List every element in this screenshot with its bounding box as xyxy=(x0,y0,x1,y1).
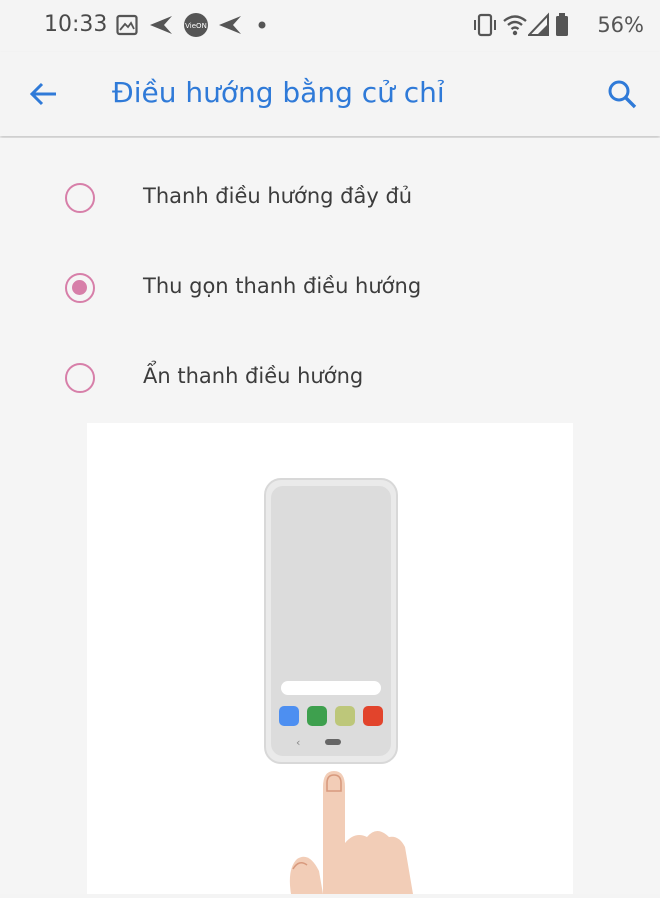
search-bar-shape xyxy=(281,681,381,695)
gallery-icon xyxy=(116,14,138,36)
option-full-navigation-bar[interactable]: Thanh điều hướng đầy đủ xyxy=(0,146,660,234)
vieon-badge-text: VieON xyxy=(185,22,207,30)
status-time: 10:33 xyxy=(44,12,108,37)
status-bar: 10:33 VieON 56% xyxy=(0,0,660,52)
option-compact-navigation-bar[interactable]: Thu gọn thanh điều hướng xyxy=(0,236,660,324)
thumb-icon xyxy=(289,856,323,894)
home-pill-icon xyxy=(325,739,341,745)
dock-app-icon xyxy=(335,706,355,726)
option-label: Thu gọn thanh điều hướng xyxy=(143,274,422,298)
vieon-app-icon: VieON xyxy=(184,13,208,37)
gesture-illustration: ‹ xyxy=(87,423,573,894)
app-bar: Điều hướng bằng cử chỉ xyxy=(0,52,660,136)
battery-icon xyxy=(556,13,568,36)
page-title: Điều hướng bằng cử chỉ xyxy=(112,76,445,109)
arrow-back-icon xyxy=(29,82,56,106)
send-icon xyxy=(219,16,241,34)
battery-percentage: 56% xyxy=(597,13,644,37)
signal-icon xyxy=(528,12,549,36)
dock-app-icon xyxy=(363,706,383,726)
option-hide-navigation-bar[interactable]: Ẩn thanh điều hướng xyxy=(0,326,660,414)
dock-app-icon xyxy=(279,706,299,726)
option-label: Ẩn thanh điều hướng xyxy=(143,364,364,388)
radio-button[interactable] xyxy=(65,183,95,213)
phone-gesture-illustration: ‹ xyxy=(264,478,413,894)
back-button[interactable] xyxy=(24,74,64,114)
notification-dot-icon xyxy=(258,21,266,29)
finger-icon xyxy=(323,771,413,894)
back-chevron-icon: ‹ xyxy=(296,736,300,749)
search-button[interactable] xyxy=(602,74,642,114)
radio-button[interactable] xyxy=(65,363,95,393)
vibrate-icon xyxy=(474,13,496,37)
search-icon xyxy=(608,80,637,109)
settings-content: Thanh điều hướng đầy đủ Thu gọn thanh đi… xyxy=(0,138,660,894)
send-icon xyxy=(150,16,172,34)
option-label: Thanh điều hướng đầy đủ xyxy=(143,184,413,208)
dock-app-icon xyxy=(307,706,327,726)
radio-button-selected[interactable] xyxy=(65,273,95,303)
wifi-icon xyxy=(503,15,527,36)
